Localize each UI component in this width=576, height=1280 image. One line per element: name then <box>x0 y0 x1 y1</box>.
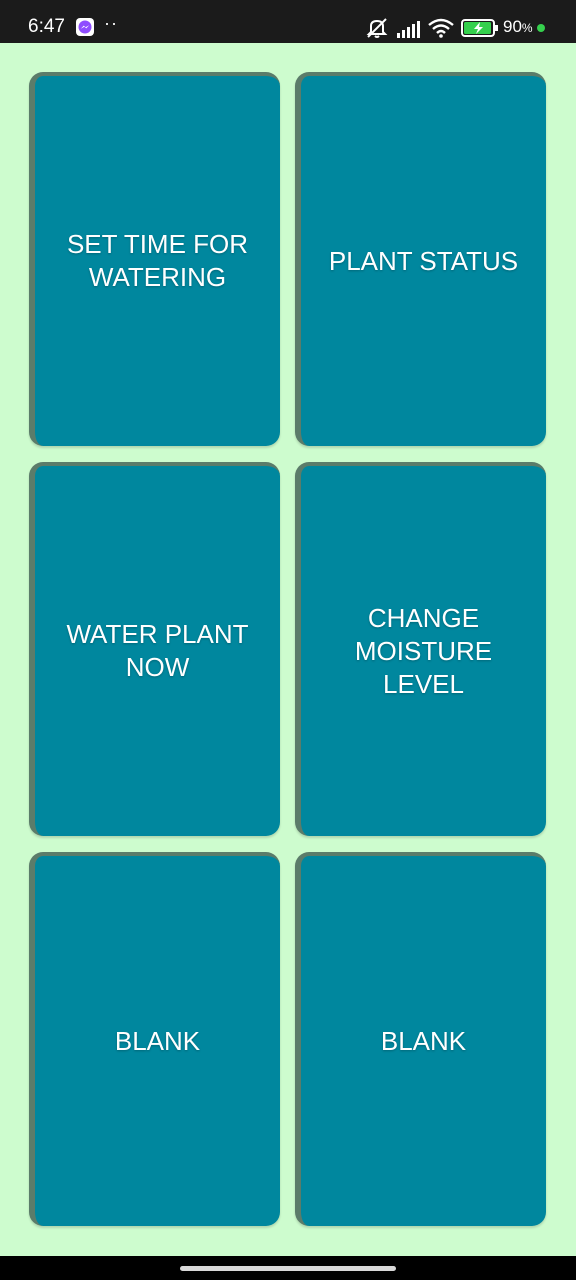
tile-label: WATER PLANT NOW <box>66 619 249 682</box>
tile-label: CHANGE MOISTURE LEVEL <box>354 602 493 699</box>
notification-dots: ·· <box>104 13 118 33</box>
tile-label: PLANT STATUS <box>328 245 519 276</box>
tile-label: BLANK <box>114 1025 201 1056</box>
change-moisture-level-button[interactable]: CHANGE MOISTURE LEVEL <box>295 462 546 836</box>
mute-icon <box>366 18 388 38</box>
set-time-for-watering-button[interactable]: SET TIME FOR WATERING <box>29 72 280 446</box>
battery-percent: 90% <box>503 17 533 36</box>
wifi-icon <box>428 18 454 38</box>
tile-label: BLANK <box>380 1025 467 1056</box>
privacy-indicator-dot <box>537 24 545 32</box>
water-plant-now-button[interactable]: WATER PLANT NOW <box>29 462 280 836</box>
home-gesture-handle[interactable] <box>180 1266 396 1271</box>
signal-icon <box>397 21 420 38</box>
menu-grid: SET TIME FOR WATERING PLANT STATUS WATER… <box>0 43 576 1256</box>
blank-button-right[interactable]: BLANK <box>295 852 546 1226</box>
navigation-bar <box>0 1256 576 1280</box>
blank-button-left[interactable]: BLANK <box>29 852 280 1226</box>
messenger-icon <box>76 18 94 36</box>
status-bar: 6:47 ·· 90% <box>0 0 576 43</box>
status-time: 6:47 <box>28 16 65 37</box>
plant-status-button[interactable]: PLANT STATUS <box>295 72 546 446</box>
battery-charging-icon <box>461 19 498 37</box>
tile-label: SET TIME FOR WATERING <box>66 229 249 292</box>
